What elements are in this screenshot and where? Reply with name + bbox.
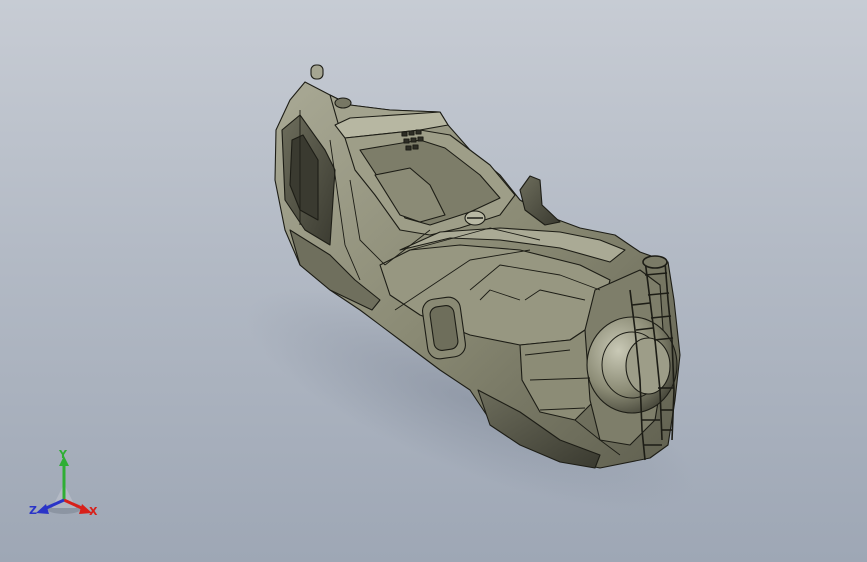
x-axis-label: X [89,505,98,518]
z-axis-arrow [36,504,49,514]
antenna-stub [310,64,324,80]
headlight-lens [625,337,671,395]
graphics-viewport[interactable]: Y Z X [0,0,867,562]
z-axis-label: Z [29,504,37,517]
top-light [334,97,352,109]
view-orientation-triad[interactable]: Y Z X [26,448,106,524]
y-axis-label: Y [59,448,67,461]
vehicle-3d-model[interactable] [0,0,867,562]
